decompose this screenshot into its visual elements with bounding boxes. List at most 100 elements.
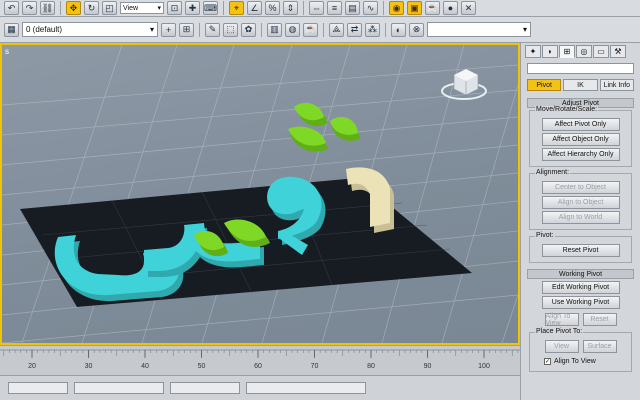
- modify-icon[interactable]: ◗: [542, 44, 558, 58]
- tab-ik[interactable]: IK: [563, 79, 598, 91]
- render-region-icon[interactable]: ▥: [267, 22, 282, 37]
- create-icon[interactable]: ✦: [525, 44, 541, 58]
- viewport-scene: [2, 45, 518, 343]
- ruler-tick-label: 80: [367, 363, 375, 370]
- object-name-field[interactable]: [527, 63, 634, 74]
- coordinate-field[interactable]: [74, 382, 164, 394]
- set-key-icon[interactable]: ◐: [391, 22, 406, 37]
- main-toolbar-row-2: ▦ 0 (default) ▾ + ⊞ ✎ ⬚ ✿ ▥ ◍ ☕ ⟁ ⇄ ⁂ ◐ …: [0, 17, 640, 43]
- hierarchy-tabs: Pivot IK Link Info: [521, 76, 640, 94]
- selection-icon[interactable]: ⬚: [223, 22, 238, 37]
- select-layer-icon[interactable]: ⊞: [179, 22, 194, 37]
- ruler-tick-label: 30: [85, 363, 93, 370]
- motion-icon[interactable]: ◎: [576, 44, 592, 58]
- hierarchy-icon[interactable]: ⊞: [559, 44, 575, 58]
- reset-button[interactable]: Reset: [582, 313, 617, 326]
- utilities-icon[interactable]: ⚒: [610, 44, 626, 58]
- select-rotate-icon[interactable]: ↻: [84, 1, 99, 15]
- tab-pivot[interactable]: Pivot: [527, 79, 562, 91]
- select-manipulate-icon[interactable]: ✚: [185, 1, 200, 15]
- close-icon[interactable]: ✕: [461, 1, 476, 15]
- edit-working-pivot-button[interactable]: Edit Working Pivot: [541, 281, 620, 294]
- keyboard-shortcut-icon[interactable]: ⌨: [203, 1, 218, 15]
- ruler-tick-label: 70: [311, 363, 319, 370]
- toolbar-divider: [323, 22, 324, 37]
- group-title: Pivot:: [535, 232, 555, 239]
- spinner-snap-icon[interactable]: ⇕: [283, 1, 298, 15]
- align-to-view-button[interactable]: Align To View: [544, 313, 579, 327]
- reference-coordinate-value: View: [123, 4, 139, 12]
- place-pivot-group: Place Pivot To: View Surface ✓ Align To …: [529, 328, 632, 372]
- toolbar-divider: [60, 1, 61, 15]
- quick-align-icon[interactable]: ⟁: [329, 22, 344, 37]
- snap-toggle-icon[interactable]: ⌖: [229, 1, 244, 15]
- chevron-down-icon: ▾: [149, 25, 154, 34]
- center-to-object-button[interactable]: Center to Object: [541, 181, 620, 194]
- prompt-field: [246, 382, 366, 394]
- perspective-viewport[interactable]: s: [0, 43, 520, 345]
- undo-icon[interactable]: ↶: [4, 1, 19, 15]
- toolbar-divider: [261, 22, 262, 37]
- render-environment-icon[interactable]: ◍: [285, 22, 300, 37]
- ruler-tick-label: 50: [198, 363, 206, 370]
- material-editor-icon[interactable]: ●: [443, 1, 458, 15]
- reference-coordinate-dropdown[interactable]: View ▾: [120, 2, 164, 14]
- add-layer-icon[interactable]: +: [161, 22, 176, 37]
- redo-icon[interactable]: ↷: [22, 1, 37, 15]
- curve-editor-icon[interactable]: ∿: [363, 1, 378, 15]
- mirror-axis-icon[interactable]: ⇄: [347, 22, 362, 37]
- key-filter-icon[interactable]: ⊗: [409, 22, 424, 37]
- toolbar-divider: [385, 22, 386, 37]
- ruler-tick-label: 20: [28, 363, 36, 370]
- affect-object-only-button[interactable]: Affect Object Only: [541, 133, 620, 146]
- surface-button[interactable]: Surface: [582, 340, 617, 353]
- group-title: Place Pivot To:: [535, 328, 584, 335]
- reset-pivot-button[interactable]: Reset Pivot: [541, 244, 620, 257]
- grid-field[interactable]: [170, 382, 240, 394]
- display-icon[interactable]: ▭: [593, 44, 609, 58]
- group-title: Alignment:: [535, 169, 571, 176]
- layer-dropdown[interactable]: 0 (default) ▾: [22, 22, 158, 37]
- toolbar-divider: [303, 1, 304, 15]
- freeform-icon[interactable]: ✎: [205, 22, 220, 37]
- align-to-world-button[interactable]: Align to World: [541, 211, 620, 224]
- render-frame-icon[interactable]: ▣: [407, 1, 422, 15]
- select-scale-icon[interactable]: ◰: [102, 1, 117, 15]
- status-field[interactable]: [8, 382, 68, 394]
- affect-hierarchy-only-button[interactable]: Affect Hierarchy Only: [541, 148, 620, 161]
- select-move-icon[interactable]: ✥: [66, 1, 81, 15]
- array-icon[interactable]: ⁂: [365, 22, 380, 37]
- tab-link-info[interactable]: Link Info: [599, 79, 634, 91]
- view-button[interactable]: View: [544, 340, 579, 353]
- move-rotate-scale-group: Move/Rotate/Scale: Affect Pivot Only Aff…: [529, 106, 632, 167]
- align-icon[interactable]: ≡: [327, 1, 342, 15]
- link-icon[interactable]: ⛓: [40, 1, 55, 15]
- ruler-tick-label: 100: [478, 363, 490, 370]
- command-panel: ✦ ◗ ⊞ ◎ ▭ ⚒ Pivot IK Link Info Adjust Pi…: [520, 43, 640, 400]
- render-production-icon[interactable]: ☕: [425, 1, 440, 15]
- toolbar-divider: [199, 22, 200, 37]
- align-to-view-checkbox[interactable]: ✓ Align To View: [544, 358, 617, 365]
- angle-snap-icon[interactable]: ∠: [247, 1, 262, 15]
- affect-pivot-only-button[interactable]: Affect Pivot Only: [541, 118, 620, 131]
- percent-snap-icon[interactable]: %: [265, 1, 280, 15]
- working-pivot-rollout[interactable]: Working Pivot: [527, 269, 634, 279]
- named-selection-set-dropdown[interactable]: ▾: [427, 22, 531, 37]
- render-setup-icon[interactable]: ◉: [389, 1, 404, 15]
- main-toolbar-row-1: ↶ ↷ ⛓ ✥ ↻ ◰ View ▾ ⊡ ✚ ⌨ ⌖ ∠ % ⇕ ⇔ ≡ ▤ ∿ …: [0, 0, 640, 17]
- object-paint-icon[interactable]: ✿: [241, 22, 256, 37]
- teapot-icon[interactable]: ☕: [303, 22, 318, 37]
- pivot-center-icon[interactable]: ⊡: [167, 1, 182, 15]
- alignment-group: Alignment: Center to Object Align to Obj…: [529, 169, 632, 230]
- align-to-object-button[interactable]: Align to Object: [541, 196, 620, 209]
- mirror-icon[interactable]: ⇔: [309, 1, 324, 15]
- layer-manager-icon[interactable]: ▤: [345, 1, 360, 15]
- ruler-ticks: 20 30 40 50 60 70 80 90 100: [0, 349, 520, 370]
- timeline-ruler[interactable]: 20 30 40 50 60 70 80 90 100: [0, 345, 520, 375]
- working-pivot-actions: Align To View Reset: [521, 311, 640, 328]
- ruler-tick-label: 60: [254, 363, 262, 370]
- use-working-pivot-button[interactable]: Use Working Pivot: [541, 296, 620, 309]
- layers-icon[interactable]: ▦: [4, 22, 19, 37]
- toolbar-divider: [223, 1, 224, 15]
- ruler-tick-label: 90: [424, 363, 432, 370]
